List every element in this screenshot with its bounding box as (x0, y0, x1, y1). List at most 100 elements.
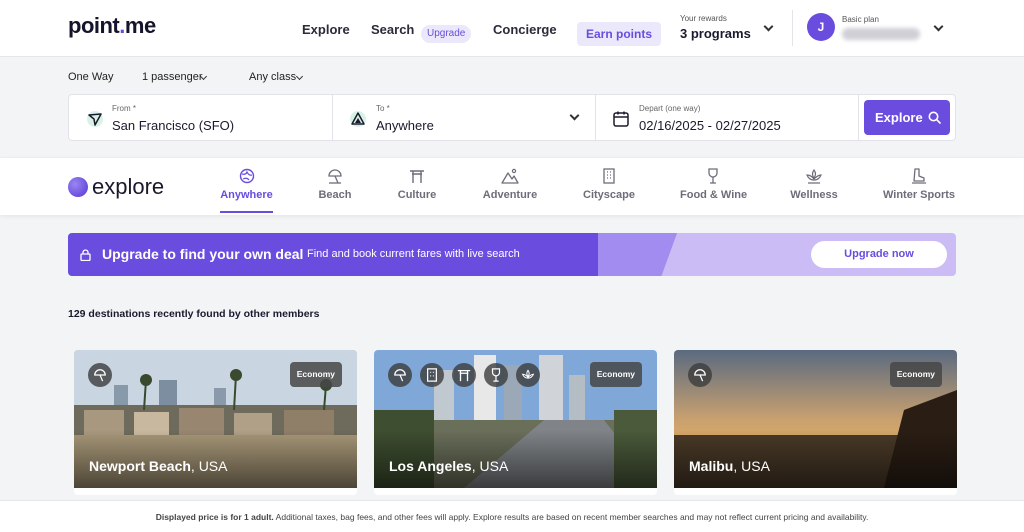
trip-type-select[interactable]: One Way (68, 71, 113, 83)
country-name: , USA (190, 458, 228, 474)
chevron-down-icon[interactable] (933, 21, 944, 32)
beach-umbrella-icon (394, 369, 406, 382)
depart-date-field[interactable]: 02/16/2025 - 02/27/2025 (639, 118, 781, 133)
blurred-user-name (842, 28, 920, 40)
search-bar: From * San Francisco (SFO) To * Anywhere… (68, 94, 956, 141)
cityscape-tag (420, 363, 444, 387)
to-field[interactable]: Anywhere (376, 118, 434, 133)
destination-card[interactable]: Economy Malibu, USA (674, 350, 957, 495)
wellness-tag (516, 363, 540, 387)
globe-icon (239, 168, 254, 184)
category-anywhere[interactable]: Anywhere (220, 168, 273, 201)
category-cityscape[interactable]: Cityscape (582, 168, 636, 201)
to-label: To * (376, 104, 390, 113)
lock-icon (80, 249, 91, 261)
cabin-class-select[interactable]: Any class (249, 71, 296, 83)
country-name: , USA (733, 458, 770, 474)
torii-gate-icon (457, 369, 471, 382)
plan-caption: Basic plan (842, 15, 879, 24)
nav-search[interactable]: Search (371, 22, 414, 37)
top-header: point.me Explore Search Upgrade Concierg… (0, 0, 1024, 57)
active-tab-indicator (220, 211, 273, 213)
cabin-badge: Economy (589, 362, 642, 387)
category-label: Cityscape (583, 189, 635, 201)
category-label: Adventure (482, 189, 538, 201)
category-culture[interactable]: Culture (395, 168, 439, 201)
field-divider (858, 95, 859, 140)
building-icon (427, 368, 437, 382)
rewards-dropdown[interactable]: 3 programs (680, 26, 751, 41)
depart-label: Depart (one way) (639, 104, 701, 113)
category-wellness[interactable]: Wellness (790, 168, 838, 201)
banner-title: Upgrade to find your own deal (102, 246, 304, 262)
destination-name: Newport Beach, USA (89, 458, 228, 474)
category-label: Wellness (790, 189, 838, 201)
beach-tag (88, 363, 112, 387)
beach-umbrella-icon (94, 369, 106, 382)
category-food-wine[interactable]: Food & Wine (680, 168, 748, 201)
price-disclaimer: Displayed price is for 1 adult. Addition… (0, 500, 1024, 532)
field-divider (595, 95, 596, 140)
category-winter-sports[interactable]: Winter Sports (882, 168, 956, 201)
search-upgrade-badge[interactable]: Upgrade (421, 25, 472, 43)
wine-glass-icon (491, 368, 501, 382)
logo-text-main: point (68, 13, 120, 38)
beach-tag (388, 363, 412, 387)
city-name: Los Angeles (389, 458, 472, 474)
wine-glass-icon (708, 168, 718, 184)
results-count: 129 destinations recently found by other… (68, 308, 320, 320)
category-label: Food & Wine (680, 189, 748, 201)
from-field[interactable]: San Francisco (SFO) (112, 118, 234, 133)
category-label: Winter Sports (882, 189, 955, 201)
nav-explore[interactable]: Explore (302, 22, 350, 37)
cabin-badge: Economy (889, 362, 942, 387)
explore-title: explore (92, 174, 165, 199)
upgrade-banner: Upgrade to find your own deal Find and b… (68, 233, 956, 276)
beach-umbrella-icon (694, 369, 706, 382)
food-wine-tag (484, 363, 508, 387)
header-divider (792, 10, 793, 46)
destination-card[interactable]: Economy Los Angeles, USA (374, 350, 657, 495)
category-adventure[interactable]: Adventure (481, 168, 539, 201)
field-divider (332, 95, 333, 140)
category-label: Beach (318, 189, 352, 201)
category-label: Culture (397, 189, 437, 201)
rewards-caption: Your rewards (680, 14, 727, 23)
globe-logo-icon (68, 177, 88, 197)
nav-concierge[interactable]: Concierge (493, 22, 557, 37)
logo-text-end: me (124, 13, 156, 38)
chevron-down-icon[interactable] (763, 21, 774, 32)
category-label: Anywhere (220, 189, 273, 201)
beach-tag (688, 363, 712, 387)
calendar-icon (613, 111, 629, 127)
destination-card[interactable]: Economy Newport Beach, USA (74, 350, 357, 495)
chevron-down-icon[interactable] (569, 110, 580, 121)
avatar[interactable]: J (807, 13, 835, 41)
from-label: From * (112, 104, 136, 113)
upgrade-now-button[interactable]: Upgrade now (811, 241, 947, 268)
disclaimer-text: Additional taxes, bag fees, and other fe… (273, 512, 869, 522)
cabin-badge: Economy (289, 362, 342, 387)
destination-name: Malibu, USA (689, 458, 770, 474)
beach-umbrella-icon (328, 169, 342, 184)
destination-triangle-icon (350, 111, 366, 127)
ski-boot-icon (912, 168, 926, 184)
explore-button-label: Explore (875, 110, 923, 125)
earn-points-button[interactable]: Earn points (577, 22, 662, 46)
mountain-icon (501, 168, 519, 184)
lotus-icon (806, 168, 822, 184)
building-icon (603, 168, 615, 184)
culture-tag (452, 363, 476, 387)
search-icon (928, 111, 941, 124)
country-name: , USA (471, 458, 509, 474)
origin-arrow-icon (87, 111, 103, 127)
city-name: Newport Beach (89, 458, 191, 474)
lotus-icon (521, 369, 535, 379)
city-name: Malibu (689, 458, 734, 474)
chevron-down-icon[interactable] (295, 72, 304, 81)
banner-subtitle: Find and book current fares with live se… (307, 248, 520, 260)
pointme-logo[interactable]: point.me (68, 13, 156, 39)
category-beach[interactable]: Beach (315, 168, 355, 201)
explore-search-button[interactable]: Explore (864, 100, 950, 135)
passenger-select[interactable]: 1 passenger (142, 71, 203, 83)
